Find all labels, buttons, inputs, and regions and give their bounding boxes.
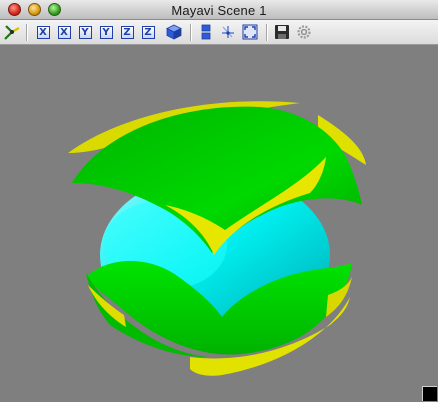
full-screen-button[interactable] bbox=[241, 23, 259, 41]
view-y-plus-button[interactable]: Y bbox=[76, 23, 94, 41]
view-z-minus-button[interactable]: Z bbox=[139, 23, 157, 41]
title-bar[interactable]: Mayavi Scene 1 bbox=[0, 0, 438, 20]
parallel-projection-button[interactable] bbox=[197, 23, 215, 41]
parallel-projection-icon bbox=[201, 24, 211, 40]
toolbar-separator bbox=[26, 24, 27, 41]
isosurface-render bbox=[68, 101, 366, 376]
gear-icon bbox=[297, 25, 311, 39]
view-z-plus-button[interactable]: Z bbox=[118, 23, 136, 41]
toolbar-separator bbox=[266, 24, 267, 41]
view-x-plus-button[interactable]: X bbox=[34, 23, 52, 41]
resize-grip[interactable] bbox=[422, 386, 437, 401]
3d-scene-view[interactable] bbox=[0, 45, 438, 402]
save-scene-button[interactable] bbox=[273, 23, 291, 41]
view-x-plus-button-label: X bbox=[36, 25, 50, 39]
view-y-minus-button[interactable]: Y bbox=[97, 23, 115, 41]
mayavi-pipeline-icon bbox=[4, 25, 20, 40]
scene-toolbar: XXYYZZ bbox=[0, 20, 438, 45]
window-title: Mayavi Scene 1 bbox=[171, 3, 267, 18]
view-z-plus-button-label: Z bbox=[120, 25, 134, 39]
configure-scene-button[interactable] bbox=[295, 23, 313, 41]
toggle-axes-button[interactable] bbox=[219, 23, 237, 41]
save-icon bbox=[275, 25, 289, 39]
full-screen-icon bbox=[242, 24, 258, 40]
mayavi-pipeline-button[interactable] bbox=[3, 23, 21, 41]
isometric-cube-icon bbox=[166, 24, 182, 40]
axes-icon bbox=[222, 26, 234, 38]
view-x-minus-button-label: X bbox=[57, 25, 71, 39]
isometric-view-button[interactable] bbox=[165, 23, 183, 41]
mayavi-window: Mayavi Scene 1 XXYYZZ bbox=[0, 0, 438, 402]
view-z-minus-button-label: Z bbox=[141, 25, 155, 39]
view-x-minus-button[interactable]: X bbox=[55, 23, 73, 41]
view-y-plus-button-label: Y bbox=[78, 25, 92, 39]
view-y-minus-button-label: Y bbox=[99, 25, 113, 39]
toolbar-separator bbox=[190, 24, 191, 41]
